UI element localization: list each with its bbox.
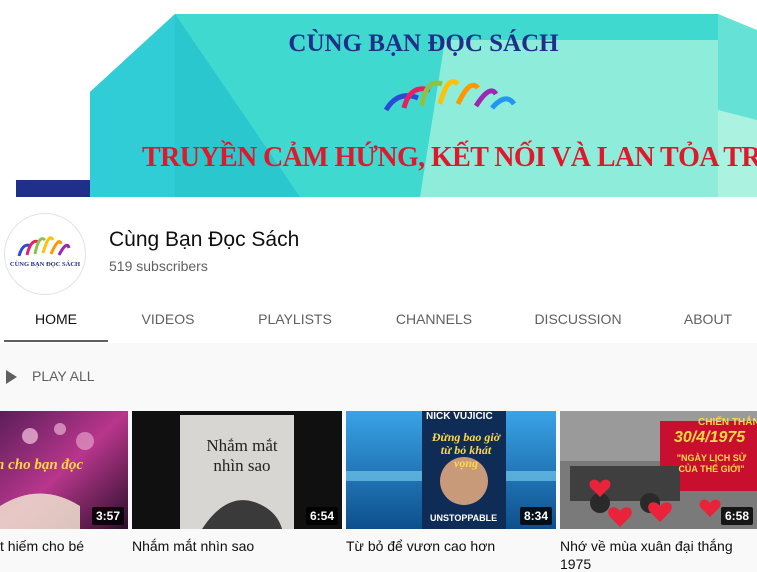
play-all-label: PLAY ALL xyxy=(32,368,95,384)
video-title[interactable]: Từ bỏ để vươn cao hơn xyxy=(346,538,495,554)
thumbnail-caption: h cho bạn đọc xyxy=(0,457,84,473)
active-tab-indicator xyxy=(4,340,108,342)
video-thumbnail[interactable]: NICK VUJICIC Đừng bao giờ từ bỏ khát vọn… xyxy=(346,411,556,529)
thumbnail-caption: 30/4/1975 xyxy=(674,429,746,446)
thumbnail-subcaption: "NGÀY LỊCH SỬ CỦA THẾ GIỚI" xyxy=(676,453,747,474)
thumbnail-book-title: UNSTOPPABLE xyxy=(430,513,498,523)
video-title[interactable]: Nhớ về mùa xuân đại thắng xyxy=(560,538,733,554)
channel-banner: CÙNG BẠN ĐỌC SÁCH TRUYỀN CẢM HỨNG, KẾT N… xyxy=(0,0,757,197)
thumbnail-caption: Đừng bao giờ từ bỏ khát vọng xyxy=(431,430,501,470)
video-card[interactable]: NICK VUJICIC Đừng bao giờ từ bỏ khát vọn… xyxy=(346,411,556,559)
video-thumbnail[interactable]: h cho bạn đọc 3:57 xyxy=(0,411,128,529)
avatar-logo-icon xyxy=(17,236,71,257)
subscriber-count: 519 subscribers xyxy=(109,258,208,274)
tab-videos[interactable]: VIDEOS xyxy=(118,296,218,342)
avatar-caption: CÙNG BẠN ĐỌC SÁCH xyxy=(9,261,81,268)
tab-home[interactable]: HOME xyxy=(4,296,108,342)
tab-channels[interactable]: CHANNELS xyxy=(382,296,486,342)
banner-title: CÙNG BẠN ĐỌC SÁCH xyxy=(288,30,559,57)
video-duration: 8:34 xyxy=(519,507,552,525)
video-duration: 6:54 xyxy=(305,507,338,525)
banner-slogan: TRUYỀN CẢM HỨNG, KẾT NỐI VÀ LAN TỎA TRI … xyxy=(142,142,757,173)
channel-tabs: HOME VIDEOS PLAYLISTS CHANNELS DISCUSSIO… xyxy=(0,296,757,342)
tab-discussion[interactable]: DISCUSSION xyxy=(524,296,632,342)
thumbnail-heading: CHIẾN THẮNG xyxy=(698,417,757,428)
channel-name: Cùng Bạn Đọc Sách xyxy=(109,228,300,251)
video-card[interactable]: CHIẾN THẮNG 30/4/1975 "NGÀY LỊCH SỬ CỦA … xyxy=(560,411,757,572)
channel-avatar[interactable]: CÙNG BẠN ĐỌC SÁCH xyxy=(4,213,86,295)
video-title-line2[interactable]: 1975 xyxy=(560,556,591,572)
thumbnail-author: NICK VUJICIC xyxy=(426,411,493,422)
tab-about[interactable]: ABOUT xyxy=(666,296,750,342)
thumbnail-caption: Nhắm mắt nhìn sao xyxy=(206,436,278,475)
video-title[interactable]: t hiếm cho bé xyxy=(0,538,84,554)
tab-playlists[interactable]: PLAYLISTS xyxy=(243,296,347,342)
play-icon xyxy=(6,370,17,384)
video-duration: 3:57 xyxy=(91,507,124,525)
video-duration: 6:58 xyxy=(720,507,753,525)
video-title[interactable]: Nhắm mắt nhìn sao xyxy=(132,538,254,554)
video-thumbnail[interactable]: Nhắm mắt nhìn sao 6:54 xyxy=(132,411,342,529)
video-card[interactable]: Nhắm mắt nhìn sao 6:54 Nhắm mắt nhìn sao xyxy=(132,411,342,559)
video-card[interactable]: h cho bạn đọc 3:57 t hiếm cho bé xyxy=(0,411,128,559)
video-thumbnail[interactable]: CHIẾN THẮNG 30/4/1975 "NGÀY LỊCH SỬ CỦA … xyxy=(560,411,757,529)
